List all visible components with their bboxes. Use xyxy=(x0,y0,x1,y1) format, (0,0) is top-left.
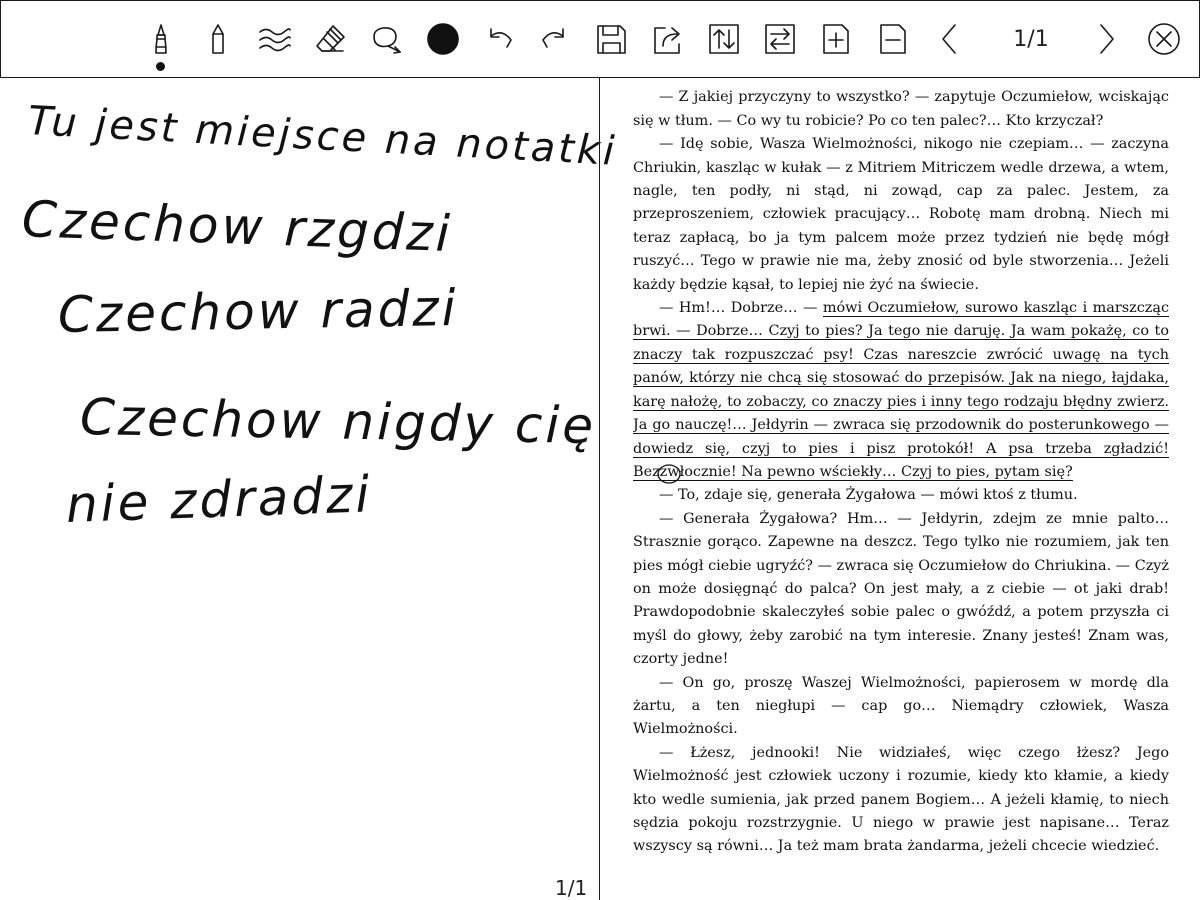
share-button[interactable] xyxy=(648,19,688,59)
calligraphy-waves-icon xyxy=(259,28,291,52)
pane-divider xyxy=(599,78,600,900)
share-icon xyxy=(654,27,680,54)
page-indicator: 1/1 xyxy=(1013,27,1049,52)
sort-arrows-icon xyxy=(709,24,739,54)
remove-page-icon xyxy=(880,24,906,54)
active-tool-indicator xyxy=(156,62,165,71)
book-text-fragment: — Hm!… Dobrze… — xyxy=(659,300,823,317)
book-paragraph: — Idę sobie, Wasza Wielmożności, nikogo … xyxy=(633,136,1169,293)
close-button[interactable] xyxy=(1144,19,1184,59)
color-picker[interactable] xyxy=(423,19,463,59)
handwritten-line: nie zdradzi xyxy=(64,465,374,534)
book-paragraph: ażenie. xyxy=(633,78,1169,86)
undo-icon xyxy=(490,28,512,48)
close-icon xyxy=(1148,23,1180,55)
save-button[interactable] xyxy=(591,19,631,59)
book-paragraph: — Hm!… Dobrze… — mówi Oczumiełow, surowo… xyxy=(633,297,1169,484)
chevron-left-icon xyxy=(942,24,956,54)
calligraphy-tool[interactable] xyxy=(254,19,294,59)
redo-icon xyxy=(542,28,564,48)
switch-button[interactable] xyxy=(760,19,800,59)
pencil-icon xyxy=(212,24,224,54)
color-circle-icon xyxy=(427,23,459,55)
book-page: ażenie. — Z jakiej przyczyny to wszystko… xyxy=(633,78,1169,878)
undo-button[interactable] xyxy=(479,19,519,59)
swap-button[interactable] xyxy=(704,19,744,59)
handwritten-line: Tu jest miejsce na notatki xyxy=(26,98,619,175)
redo-button[interactable] xyxy=(535,19,575,59)
book-paragraph: — On go, proszę Waszej Wielmożności, pap… xyxy=(633,674,1169,738)
lasso-icon xyxy=(373,27,401,54)
handwritten-line: Czechow rzgdzi xyxy=(20,190,454,264)
lasso-tool[interactable] xyxy=(366,19,406,59)
book-paragraph: — Generała Żygałowa? Hm… — Jełdyrin, zde… xyxy=(633,510,1169,668)
handwritten-line: Czechow radzi xyxy=(57,279,460,344)
book-text: ażenie. — Z jakiej przyczyny to wszystko… xyxy=(633,78,1169,859)
brush-pen-tool[interactable] xyxy=(141,19,181,59)
handwriting-canvas[interactable]: Tu jest miejsce na notatki Czechow rzgdz… xyxy=(0,78,618,900)
remove-page-button[interactable] xyxy=(873,19,913,59)
eraser-icon xyxy=(316,25,345,52)
brush-pen-icon xyxy=(155,24,167,54)
underlined-passage[interactable]: mówi Oczumiełow, surowo kaszląc i marszc… xyxy=(633,300,1169,481)
annotation-toolbar: 1/1 xyxy=(0,0,1200,78)
handwritten-line: Czechow nigdy cię xyxy=(79,388,597,456)
save-icon xyxy=(597,25,626,54)
book-paragraph: — To, zdaje się, generała Żygałowa — mów… xyxy=(659,487,1078,504)
note-page-number: 1/1 xyxy=(555,876,588,900)
add-page-icon xyxy=(823,24,849,54)
previous-page-button[interactable] xyxy=(929,19,969,59)
add-page-button[interactable] xyxy=(816,19,856,59)
book-paragraph: — Z jakiej przyczyny to wszystko? — zapy… xyxy=(633,89,1169,129)
chevron-right-icon xyxy=(1100,24,1114,54)
book-paragraph: — Łżesz, jednooki! Nie widziałeś, więc c… xyxy=(633,744,1169,855)
switch-arrows-icon xyxy=(765,24,795,54)
pencil-tool[interactable] xyxy=(198,19,238,59)
eraser-tool[interactable] xyxy=(310,19,350,59)
next-page-button[interactable] xyxy=(1087,19,1127,59)
